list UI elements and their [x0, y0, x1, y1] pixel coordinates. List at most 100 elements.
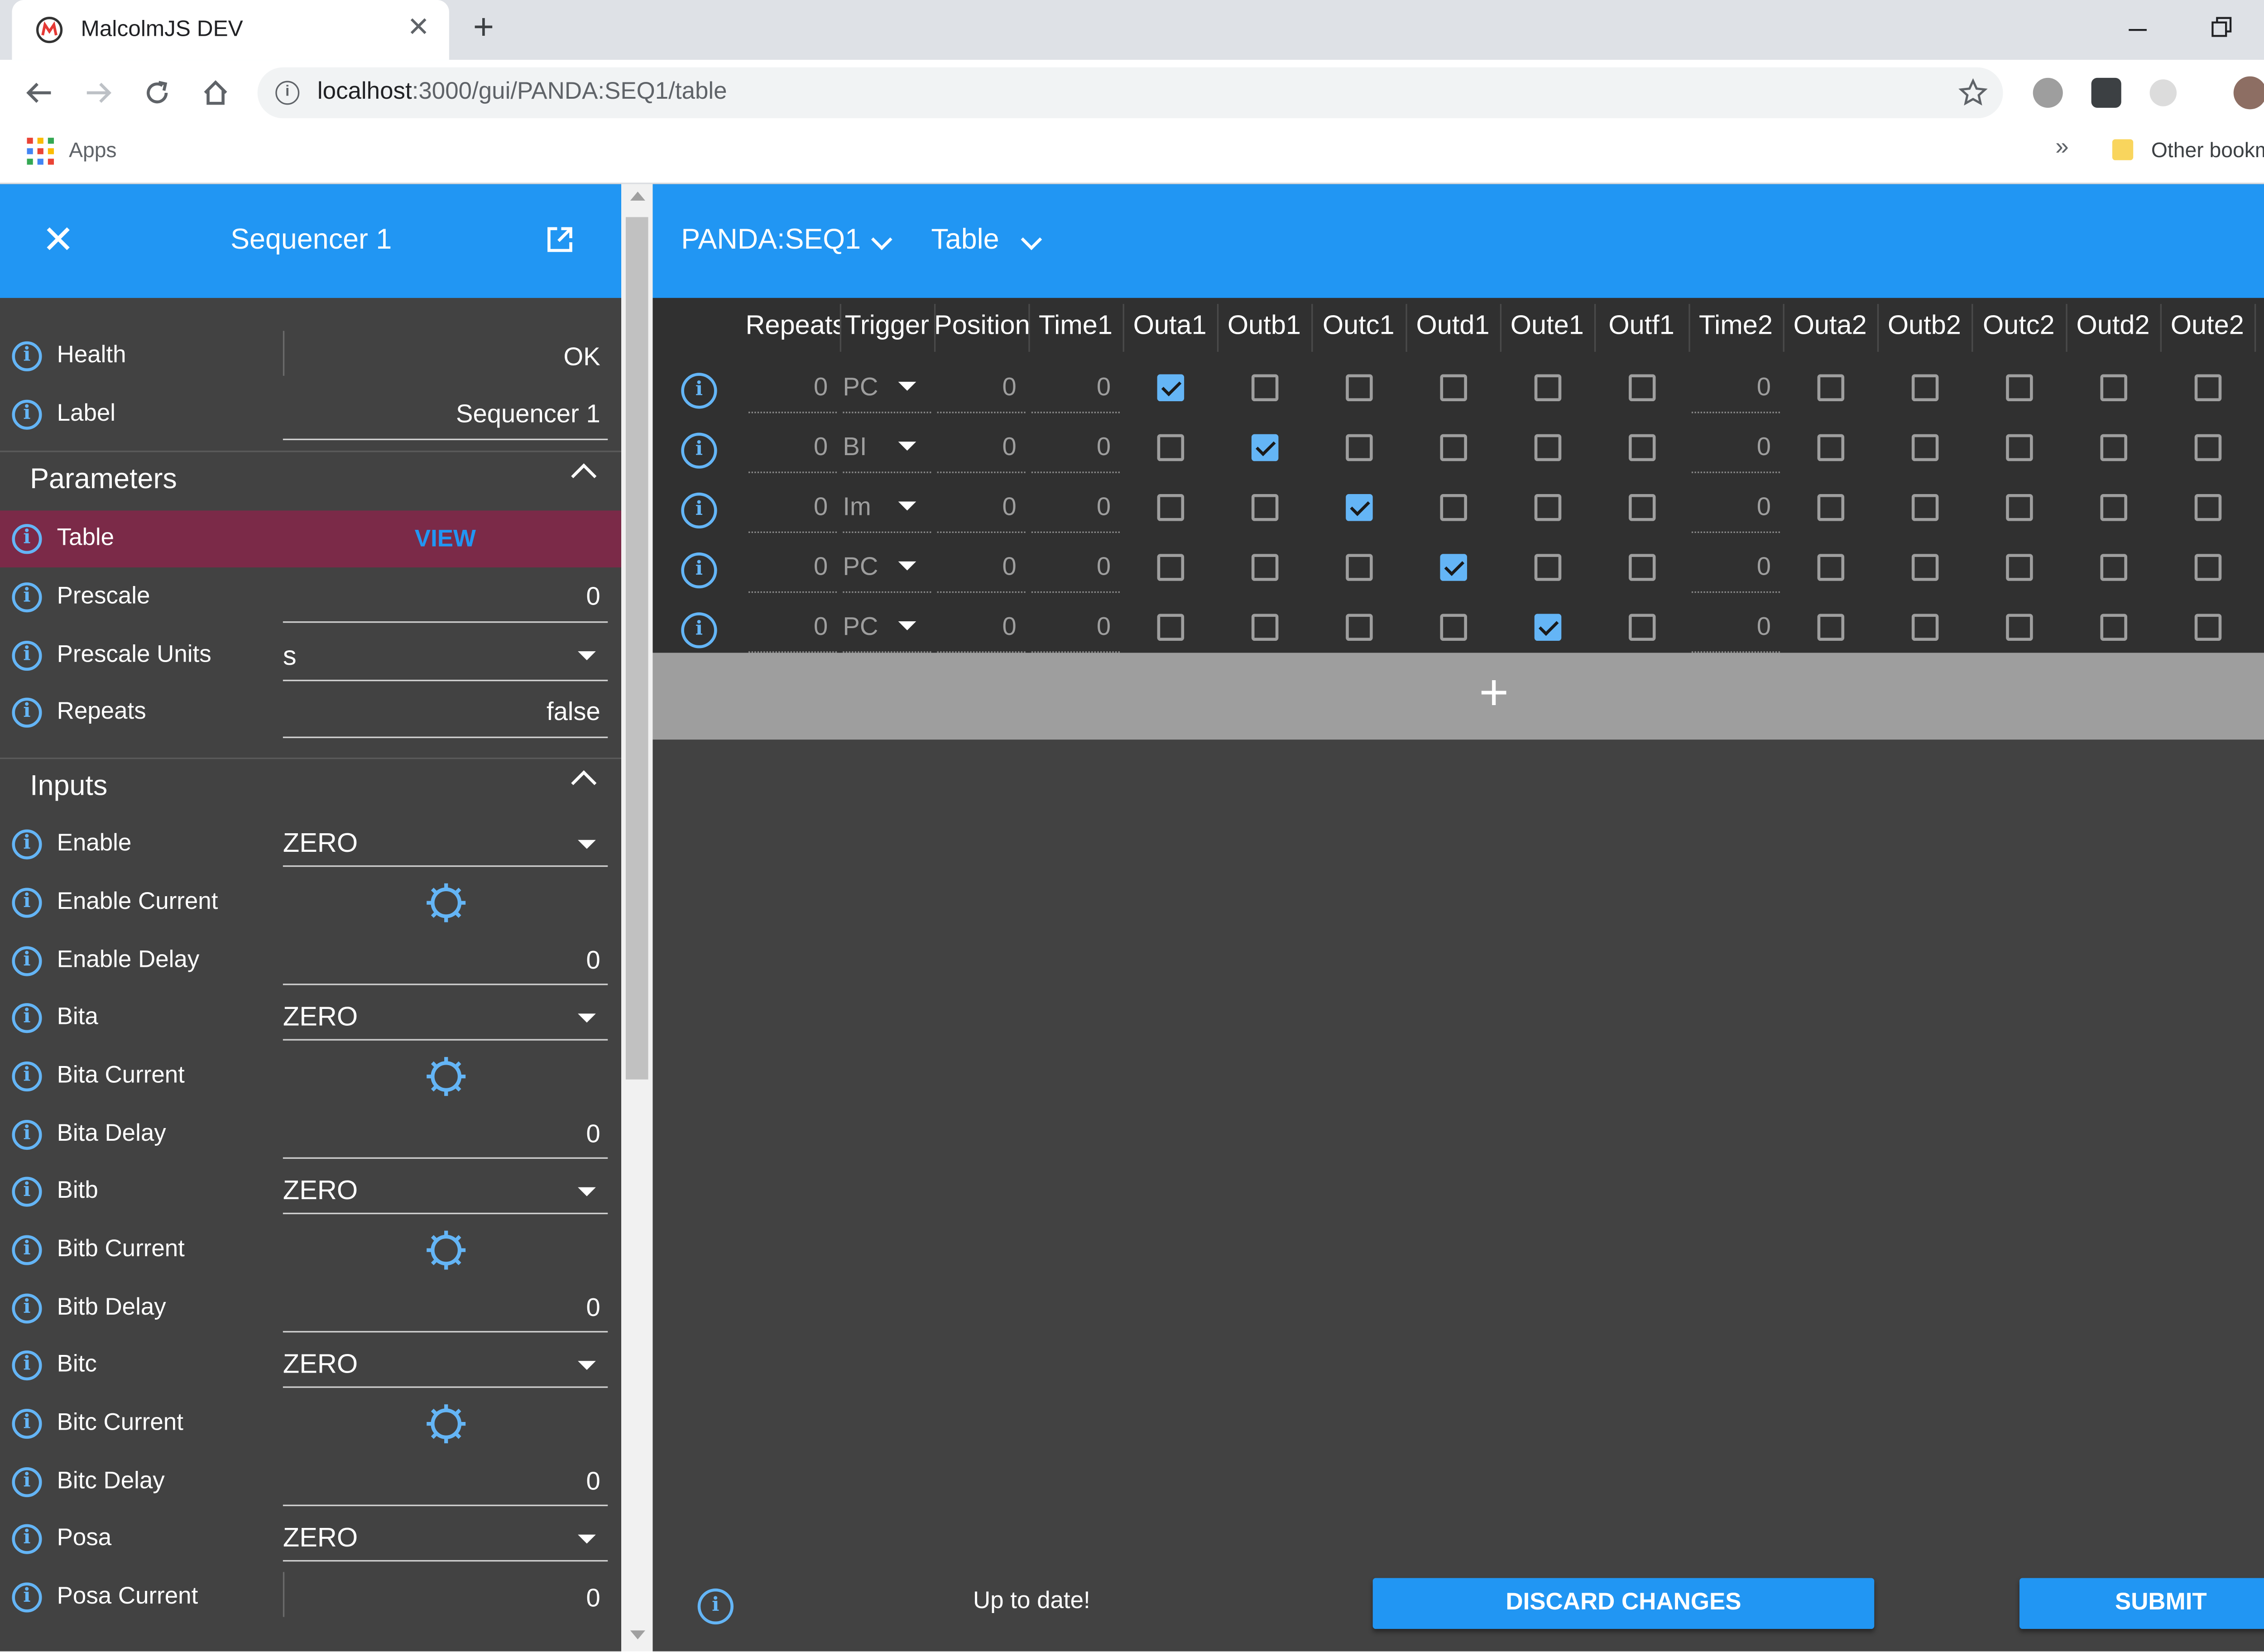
- trigger-select[interactable]: PC: [843, 612, 878, 642]
- info-icon[interactable]: i: [12, 1177, 42, 1207]
- dropdown-arrow-icon[interactable]: [578, 1534, 596, 1544]
- row-info-icon[interactable]: i: [681, 552, 717, 589]
- apps-grid-icon[interactable]: [27, 138, 54, 165]
- checkbox-out1[interactable]: [1251, 554, 1278, 581]
- checkbox-out2[interactable]: [2005, 374, 2033, 402]
- time2-cell[interactable]: 0: [1692, 432, 1771, 462]
- checkbox-out2[interactable]: [1911, 494, 1938, 521]
- checkbox-out2[interactable]: [1911, 434, 1938, 461]
- checkbox-out2[interactable]: [1911, 374, 1938, 402]
- info-icon[interactable]: i: [12, 341, 42, 371]
- checkbox-out2[interactable]: [1816, 554, 1844, 581]
- checkbox-out1[interactable]: [1345, 434, 1372, 461]
- checkbox-out1[interactable]: [1156, 374, 1184, 402]
- row-info-icon[interactable]: i: [681, 373, 717, 409]
- bita-delay-field[interactable]: 0: [283, 1120, 600, 1150]
- profile-avatar[interactable]: [2233, 76, 2264, 110]
- restore-icon[interactable]: [2210, 15, 2234, 39]
- url-text[interactable]: localhost:3000/gui/PANDA:SEQ1/table: [317, 79, 727, 106]
- breadcrumb-block[interactable]: PANDA:SEQ1: [681, 225, 861, 258]
- info-icon[interactable]: i: [12, 1293, 42, 1324]
- checkbox-out2[interactable]: [1816, 374, 1844, 402]
- dropdown-arrow-icon[interactable]: [898, 621, 916, 630]
- checkbox-out2[interactable]: [2194, 554, 2221, 581]
- checkbox-out1[interactable]: [1156, 494, 1184, 521]
- info-icon[interactable]: i: [12, 1119, 42, 1150]
- extension-circle-icon[interactable]: [2149, 79, 2177, 106]
- panel-scrollbar[interactable]: [621, 184, 653, 1652]
- checkbox-out2[interactable]: [2005, 494, 2033, 521]
- scroll-down-icon[interactable]: [630, 1630, 645, 1640]
- checkbox-out2[interactable]: [1911, 614, 1938, 641]
- checkbox-out1[interactable]: [1251, 614, 1278, 641]
- bita-select[interactable]: ZERO: [283, 1002, 358, 1033]
- checkbox-out1[interactable]: [1439, 554, 1467, 581]
- bookmarks-overflow-icon[interactable]: »: [2055, 135, 2068, 162]
- repeats-cell[interactable]: 0: [748, 493, 828, 523]
- collapse-icon[interactable]: [571, 770, 597, 796]
- position-cell[interactable]: 0: [937, 432, 1017, 462]
- info-icon[interactable]: i: [12, 697, 42, 728]
- other-bookmarks[interactable]: Other bookmarks: [2151, 138, 2264, 162]
- checkbox-out2[interactable]: [2005, 614, 2033, 641]
- info-icon[interactable]: i: [12, 524, 42, 554]
- checkbox-out1[interactable]: [1345, 374, 1372, 402]
- checkbox-out2[interactable]: [2194, 614, 2221, 641]
- checkbox-out1[interactable]: [1439, 494, 1467, 521]
- chevron-down-icon[interactable]: [1021, 229, 1042, 250]
- row-info-icon[interactable]: i: [681, 492, 717, 529]
- checkbox-out1[interactable]: [1251, 494, 1278, 521]
- discard-changes-button[interactable]: DISCARD CHANGES: [1372, 1578, 1875, 1629]
- info-icon[interactable]: i: [12, 946, 42, 976]
- checkbox-out1[interactable]: [1534, 494, 1561, 521]
- minimize-icon[interactable]: [2126, 18, 2150, 42]
- repeats-cell[interactable]: 0: [748, 612, 828, 642]
- checkbox-out1[interactable]: [1156, 434, 1184, 461]
- dropdown-arrow-icon[interactable]: [578, 651, 596, 660]
- dropdown-arrow-icon[interactable]: [898, 561, 916, 571]
- dropdown-arrow-icon[interactable]: [578, 1013, 596, 1023]
- time1-cell[interactable]: 0: [1031, 493, 1111, 523]
- reload-icon[interactable]: [142, 78, 172, 108]
- bitb-delay-field[interactable]: 0: [283, 1293, 600, 1323]
- checkbox-out1[interactable]: [1534, 554, 1561, 581]
- position-cell[interactable]: 0: [937, 552, 1017, 582]
- checkbox-out1[interactable]: [1439, 434, 1467, 461]
- row-info-icon[interactable]: i: [681, 612, 717, 648]
- time1-cell[interactable]: 0: [1031, 432, 1111, 462]
- checkbox-out2[interactable]: [2005, 554, 2033, 581]
- repeats-field[interactable]: false: [283, 698, 600, 728]
- checkbox-out1[interactable]: [1345, 614, 1372, 641]
- dropdown-arrow-icon[interactable]: [898, 442, 916, 451]
- checkbox-out2[interactable]: [2005, 434, 2033, 461]
- trigger-select[interactable]: BI: [843, 432, 867, 462]
- info-icon[interactable]: i: [12, 1061, 42, 1092]
- checkbox-out2[interactable]: [1816, 434, 1844, 461]
- time1-cell[interactable]: 0: [1031, 373, 1111, 403]
- time1-cell[interactable]: 0: [1031, 552, 1111, 582]
- site-info-icon[interactable]: i: [275, 81, 300, 105]
- checkbox-out1[interactable]: [1628, 434, 1655, 461]
- checkbox-out1[interactable]: [1345, 554, 1372, 581]
- info-icon[interactable]: i: [12, 641, 42, 671]
- collapse-icon[interactable]: [571, 463, 597, 489]
- position-cell[interactable]: 0: [937, 373, 1017, 403]
- row-info-icon[interactable]: i: [681, 432, 717, 469]
- info-icon[interactable]: i: [12, 1582, 42, 1613]
- chevron-down-icon[interactable]: [871, 229, 892, 250]
- checkbox-out2[interactable]: [2099, 494, 2127, 521]
- info-icon[interactable]: i: [12, 1524, 42, 1554]
- bitc-select[interactable]: ZERO: [283, 1349, 358, 1380]
- new-tab-button[interactable]: +: [473, 8, 494, 50]
- info-icon[interactable]: i: [12, 829, 42, 860]
- trigger-select[interactable]: PC: [843, 373, 878, 403]
- info-icon[interactable]: i: [12, 1467, 42, 1498]
- back-icon[interactable]: [24, 78, 54, 108]
- checkbox-out1[interactable]: [1628, 494, 1655, 521]
- position-cell[interactable]: 0: [937, 612, 1017, 642]
- dropdown-arrow-icon[interactable]: [898, 382, 916, 391]
- checkbox-out2[interactable]: [2099, 554, 2127, 581]
- time1-cell[interactable]: 0: [1031, 612, 1111, 642]
- repeats-cell[interactable]: 0: [748, 552, 828, 582]
- dropdown-arrow-icon[interactable]: [578, 1361, 596, 1370]
